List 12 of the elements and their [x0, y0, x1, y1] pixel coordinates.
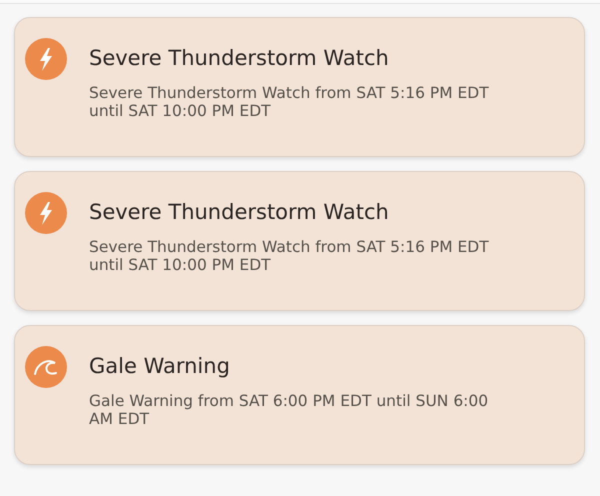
- wave-icon: [25, 346, 67, 388]
- alert-title: Gale Warning: [89, 354, 231, 378]
- alert-card[interactable]: Severe Thunderstorm Watch Severe Thunderstorm Watch from SAT 5:16 PM EDT until SAT 10:00 PM EDT: [14, 17, 585, 157]
- alert-title: Severe Thunderstorm Watch: [89, 200, 390, 224]
- lightning-icon: [25, 192, 67, 234]
- alert-description: Severe Thunderstorm Watch from SAT 5:16 PM EDT until SAT 10:00 PM EDT: [89, 84, 489, 120]
- alert-card[interactable]: Severe Thunderstorm Watch Severe Thunderstorm Watch from SAT 5:16 PM EDT until SAT 10:00 PM EDT: [14, 171, 585, 311]
- alert-description: Gale Warning from SAT 6:00 PM EDT until SUN 6:00 AM EDT: [89, 392, 488, 428]
- alert-title: Severe Thunderstorm Watch: [89, 46, 390, 70]
- lightning-icon: [25, 38, 67, 80]
- alert-card[interactable]: Gale Warning Gale Warning from SAT 6:00 PM EDT until SUN 6:00 AM EDT: [14, 325, 585, 465]
- alert-description: Severe Thunderstorm Watch from SAT 5:16 PM EDT until SAT 10:00 PM EDT: [89, 238, 489, 274]
